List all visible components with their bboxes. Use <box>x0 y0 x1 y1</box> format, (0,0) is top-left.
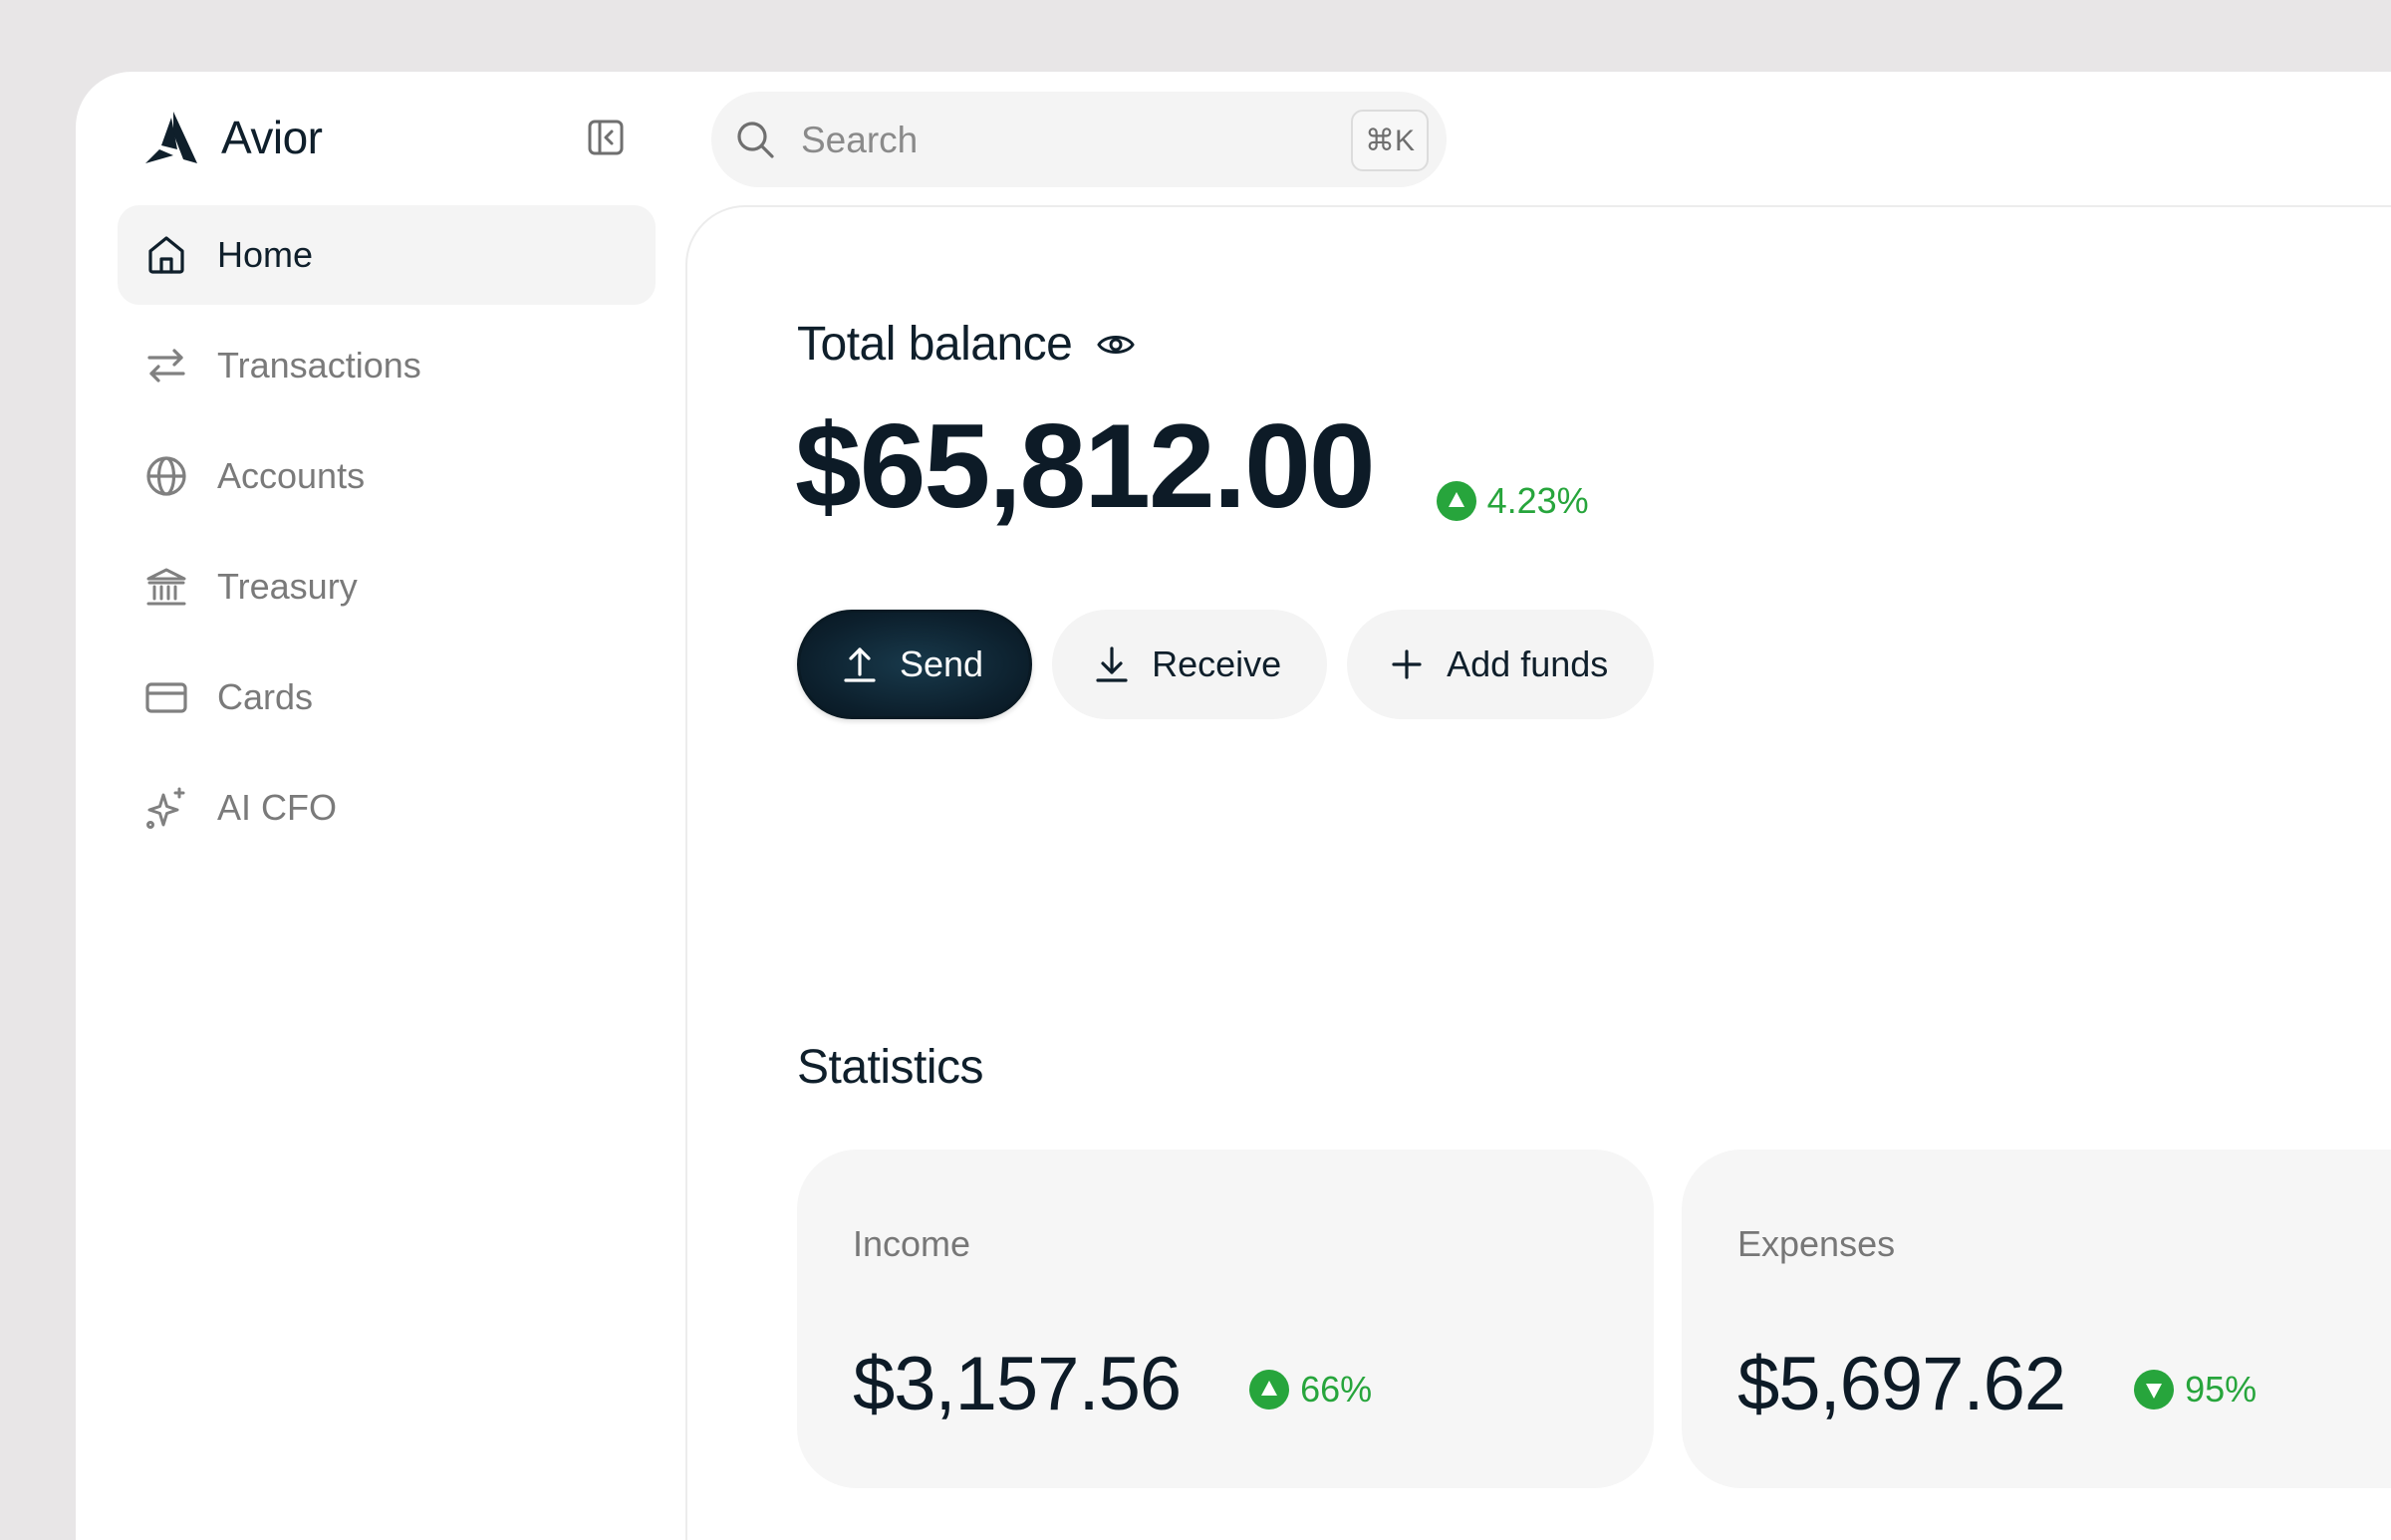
sidebar: Avior Home Transactions Accounts Treasur… <box>76 72 683 1540</box>
sidebar-item-label: Treasury <box>217 566 358 607</box>
add-funds-button[interactable]: Add funds <box>1347 610 1655 719</box>
send-button[interactable]: Send <box>797 610 1033 719</box>
expenses-change-badge: 95% <box>2133 1369 2257 1411</box>
upload-icon <box>844 647 876 682</box>
sidebar-nav: Home Transactions Accounts Treasury Card… <box>118 205 656 869</box>
sidebar-item-accounts[interactable]: Accounts <box>118 426 656 526</box>
sidebar-item-transactions[interactable]: Transactions <box>118 316 656 415</box>
sidebar-item-label: AI CFO <box>217 787 338 828</box>
sidebar-item-label: Home <box>217 234 314 275</box>
income-row: $3,157.56 66% <box>853 1341 1372 1427</box>
receive-button[interactable]: Receive <box>1052 610 1328 719</box>
search-input[interactable] <box>799 110 1281 171</box>
balance-change-value: 4.23% <box>1486 480 1589 521</box>
expenses-card[interactable]: Expenses $5,697.62 95% <box>1682 1150 2391 1488</box>
expenses-change-value: 95% <box>2185 1368 2258 1410</box>
sidebar-collapse-icon <box>588 120 624 155</box>
globe-icon <box>146 456 186 496</box>
main-panel: Total balance $65,812.00 4.23% Send Rece… <box>685 205 2391 1540</box>
trend-up-icon <box>1436 481 1476 521</box>
home-icon <box>148 236 184 274</box>
search-bar[interactable]: ⌘K <box>711 92 1447 187</box>
sidebar-item-label: Cards <box>217 676 314 717</box>
income-change-value: 66% <box>1300 1368 1373 1410</box>
expenses-row: $5,697.62 95% <box>1737 1341 2257 1427</box>
trend-up-icon <box>1249 1369 1290 1410</box>
plus-icon <box>1392 649 1422 679</box>
sidebar-item-cards[interactable]: Cards <box>118 647 656 747</box>
sidebar-item-ai-cfo[interactable]: AI CFO <box>118 758 656 858</box>
eye-icon[interactable] <box>1096 325 1136 365</box>
sidebar-item-treasury[interactable]: Treasury <box>118 537 656 637</box>
expenses-label: Expenses <box>1737 1223 1896 1264</box>
avior-logo-icon <box>145 112 197 163</box>
statistics-title: Statistics <box>797 1041 984 1094</box>
income-label: Income <box>853 1223 971 1264</box>
trend-down-icon <box>2134 1369 2175 1410</box>
sidebar-item-home[interactable]: Home <box>118 205 656 305</box>
arrows-swap-icon <box>147 349 185 383</box>
download-icon <box>1096 646 1128 682</box>
sidebar-item-label: Transactions <box>217 345 421 385</box>
income-amount: $3,157.56 <box>853 1342 1182 1426</box>
balance-row: $65,812.00 4.23% <box>795 406 1589 526</box>
expenses-amount: $5,697.62 <box>1737 1342 2066 1426</box>
app-window: Avior Home Transactions Accounts Treasur… <box>76 72 2391 1540</box>
sidebar-item-label: Accounts <box>217 455 366 496</box>
total-balance-amount: $65,812.00 <box>795 399 1376 533</box>
search-shortcut-badge: ⌘K <box>1350 110 1429 171</box>
search-icon <box>737 122 774 158</box>
income-card[interactable]: Income $3,157.56 66% <box>797 1150 1654 1488</box>
collapse-sidebar-button[interactable] <box>584 116 628 159</box>
add-funds-button-label: Add funds <box>1447 643 1609 684</box>
total-balance-label: Total balance <box>797 318 1073 371</box>
card-icon <box>145 682 187 713</box>
total-balance-header: Total balance <box>797 317 1136 372</box>
balance-actions: Send Receive Add funds <box>797 610 1655 719</box>
receive-button-label: Receive <box>1152 643 1282 684</box>
send-button-label: Send <box>900 643 984 684</box>
brand-name: Avior <box>221 112 323 163</box>
sparkle-icon <box>146 787 185 829</box>
brand[interactable]: Avior <box>143 110 323 165</box>
bank-icon <box>146 568 186 606</box>
balance-change-badge: 4.23% <box>1436 480 1589 522</box>
income-change-badge: 66% <box>1248 1369 1372 1411</box>
